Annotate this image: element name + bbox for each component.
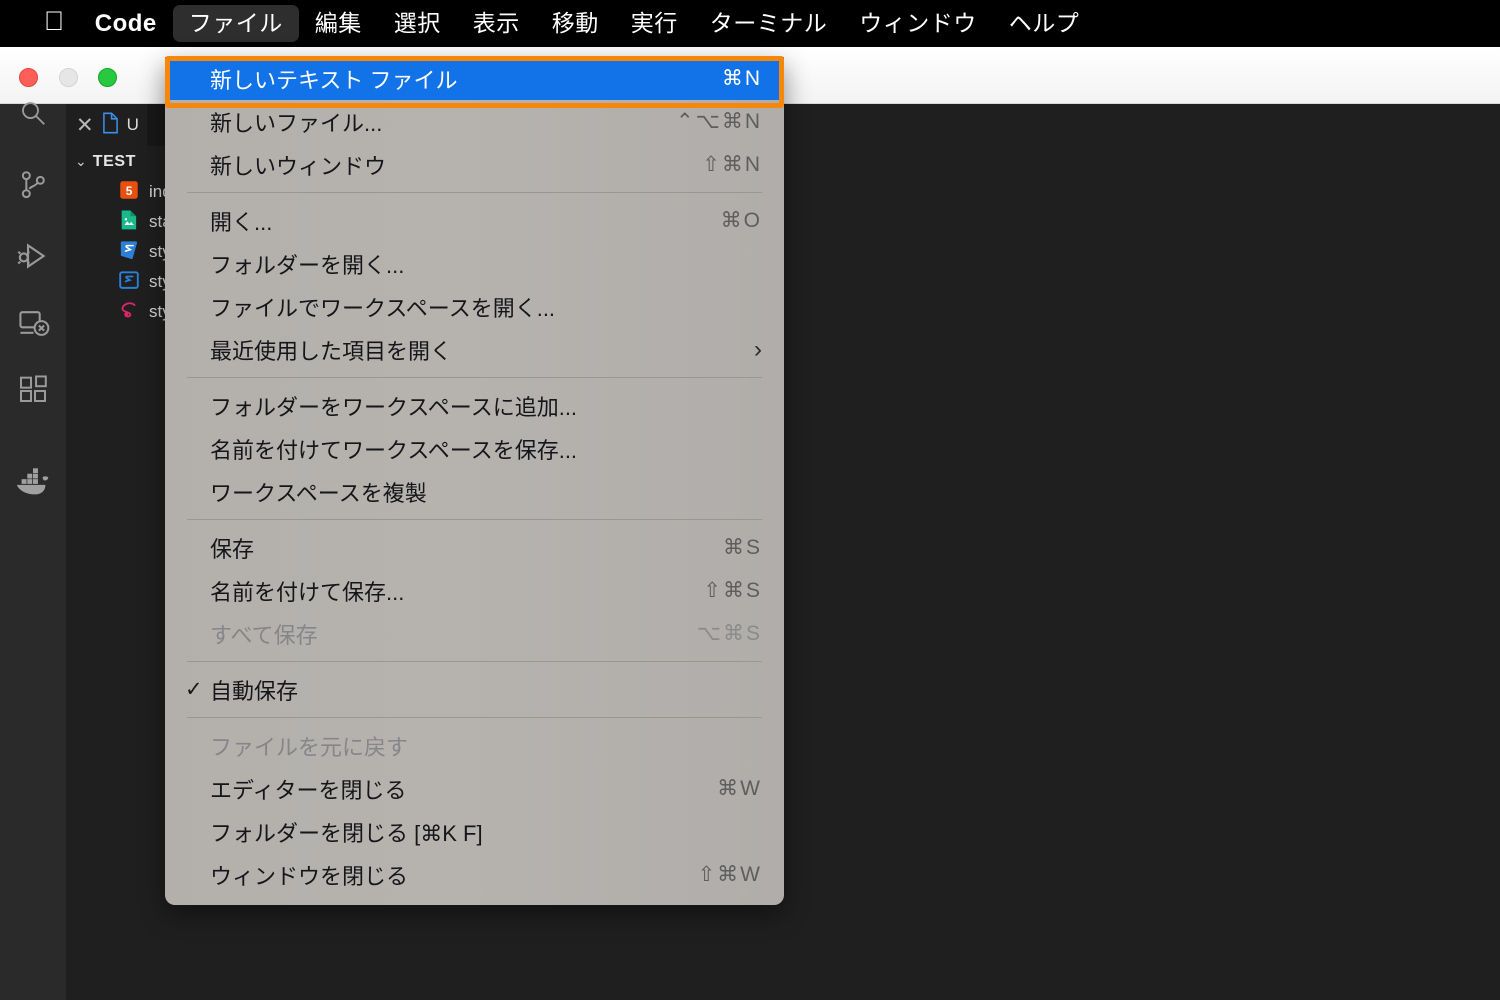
text-file-icon [101, 112, 120, 139]
remote-explorer-icon[interactable] [0, 289, 66, 355]
menu-bar-item-2[interactable]: 編集 [299, 5, 378, 42]
file-menu-item: すべて保存 ⌥⌘S [165, 612, 784, 655]
tab-label: U [126, 115, 139, 134]
menu-bar-item-9[interactable]: ヘルプ [993, 5, 1096, 42]
menu-bar-item-1[interactable]: ファイル [172, 5, 299, 42]
checkmark-icon: ✓ [185, 678, 203, 701]
file-menu-item[interactable]: ワークスペースを複製 [165, 470, 784, 513]
file-menu-item[interactable]: ファイルでワークスペースを開く... [165, 285, 784, 328]
file-menu-item[interactable]: ウィンドウを閉じる ⇧⌘W [165, 853, 784, 896]
file-menu-item[interactable]: 最近使用した項目を開く › [165, 328, 784, 371]
macos-menu-bar:  Codeファイル編集選択表示移動実行ターミナルウィンドウヘルプ [0, 0, 1500, 47]
tab-close-icon[interactable]: ✕ [76, 115, 94, 136]
zoom-button[interactable] [98, 68, 117, 87]
file-menu-item[interactable]: 名前を付けて保存... ⇧⌘S [165, 569, 784, 612]
file-menu-item-accelerator: ⌘N [721, 67, 762, 90]
menu-bar-item-7[interactable]: ターミナル [694, 5, 844, 42]
menu-separator [187, 661, 762, 662]
file-dropdown-menu: 新しいテキスト ファイル ⌘N 新しいファイル... ⌃⌥⌘N 新しいウィンドウ ⇧⌘N 開… [165, 57, 784, 905]
file-menu-item-label: ワークスペースを複製 [210, 480, 427, 506]
file-menu-item-label: 新しいファイル... [210, 110, 383, 136]
screen:  Codeファイル編集選択表示移動実行ターミナルウィンドウヘルプ [0, 0, 1500, 1000]
file-menu-item-label: 保存 [210, 536, 255, 562]
file-menu-item-label: 最近使用した項目を開く [210, 338, 453, 364]
menu-separator [187, 519, 762, 520]
file-menu-item-label: フォルダーを閉じる [⌘K F] [210, 820, 483, 846]
file-menu-item-accelerator: ⇧⌘N [702, 153, 762, 176]
menu-bar-item-3[interactable]: 選択 [378, 5, 457, 42]
svg-text:5: 5 [126, 183, 133, 197]
file-menu-item[interactable]: 新しいテキスト ファイル ⌘N [165, 57, 784, 100]
menu-bar-item-0[interactable]: Code [79, 5, 173, 43]
file-menu-item[interactable]: 開く... ⌘O [165, 199, 784, 242]
file-menu-item-label: 名前を付けてワークスペースを保存... [210, 437, 578, 463]
file-menu-item-label: すべて保存 [210, 622, 318, 648]
file-menu-item[interactable]: フォルダーをワークスペースに追加... [165, 384, 784, 427]
activity-bar [0, 102, 66, 1000]
chevron-down-icon[interactable]: ⌄ [75, 153, 87, 170]
file-menu-item-label: 名前を付けて保存... [210, 579, 405, 605]
file-menu-item-accelerator: ⌘W [717, 777, 762, 800]
file-menu-item[interactable]: エディターを閉じる ⌘W [165, 767, 784, 810]
docker-icon[interactable] [0, 449, 66, 515]
source-control-icon[interactable] [0, 152, 66, 218]
less-file-icon [118, 268, 140, 297]
run-and-debug-icon[interactable] [0, 223, 66, 289]
explorer-folder-name: TEST [92, 152, 137, 170]
file-menu-item-accelerator: ⌘O [720, 209, 762, 232]
file-menu-item-label: 新しいウィンドウ [210, 153, 387, 179]
search-icon[interactable] [0, 80, 66, 146]
menu-separator [187, 377, 762, 378]
css-file-icon [118, 238, 140, 267]
file-menu-item-accelerator: ⌥⌘S [696, 622, 762, 645]
file-menu-item[interactable]: 新しいウィンドウ ⇧⌘N [165, 143, 784, 186]
file-menu-item-label: エディターを閉じる [210, 777, 407, 803]
editor-tab[interactable]: ✕ U [66, 104, 147, 146]
menu-bar-item-5[interactable]: 移動 [536, 5, 615, 42]
menu-bar-items: Code ファイル 編集 選択 表示 移動 実行 ターミナル ウィンドウ ヘルプ [79, 5, 1096, 43]
file-menu-item[interactable]: フォルダーを閉じる [⌘K F] [165, 810, 784, 853]
file-menu-item-accelerator: ⇧⌘W [697, 863, 762, 886]
chevron-right-icon: › [754, 335, 762, 363]
extensions-icon[interactable] [0, 356, 66, 422]
menu-bar-item-8[interactable]: ウィンドウ [843, 5, 993, 42]
html5-file-icon: 5 [118, 178, 140, 207]
file-menu-item-label: ファイルでワークスペースを開く... [210, 295, 556, 321]
file-menu-item-label: 自動保存 [210, 678, 299, 704]
file-menu-item-label: ウィンドウを閉じる [210, 863, 409, 889]
menu-bar-item-6[interactable]: 実行 [615, 5, 694, 42]
file-menu-item-label: フォルダーを開く... [210, 252, 405, 278]
menu-separator [187, 192, 762, 193]
file-menu-item-label: ファイルを元に戻す [210, 734, 409, 760]
file-menu-item[interactable]: 名前を付けてワークスペースを保存... [165, 427, 784, 470]
image-file-icon [118, 208, 140, 237]
file-menu-item-label: 開く... [210, 209, 273, 235]
file-menu-item[interactable]: フォルダーを開く... [165, 242, 784, 285]
apple-logo-icon[interactable]:  [30, 4, 79, 43]
file-menu-item: ファイルを元に戻す [165, 724, 784, 767]
menu-separator [187, 717, 762, 718]
file-menu-item-label: フォルダーをワークスペースに追加... [210, 394, 578, 420]
file-menu-item-accelerator: ⌃⌥⌘N [676, 110, 762, 133]
file-menu-item-accelerator: ⇧⌘S [703, 579, 762, 602]
file-menu-item[interactable]: 新しいファイル... ⌃⌥⌘N [165, 100, 784, 143]
file-menu-item-accelerator: ⌘S [722, 536, 762, 559]
file-menu-item[interactable]: ✓ 自動保存 [165, 668, 784, 711]
file-menu-item[interactable]: 保存 ⌘S [165, 526, 784, 569]
menu-bar-item-4[interactable]: 表示 [457, 5, 536, 42]
file-menu-item-label: 新しいテキスト ファイル [210, 67, 458, 93]
sass-file-icon [118, 298, 140, 327]
